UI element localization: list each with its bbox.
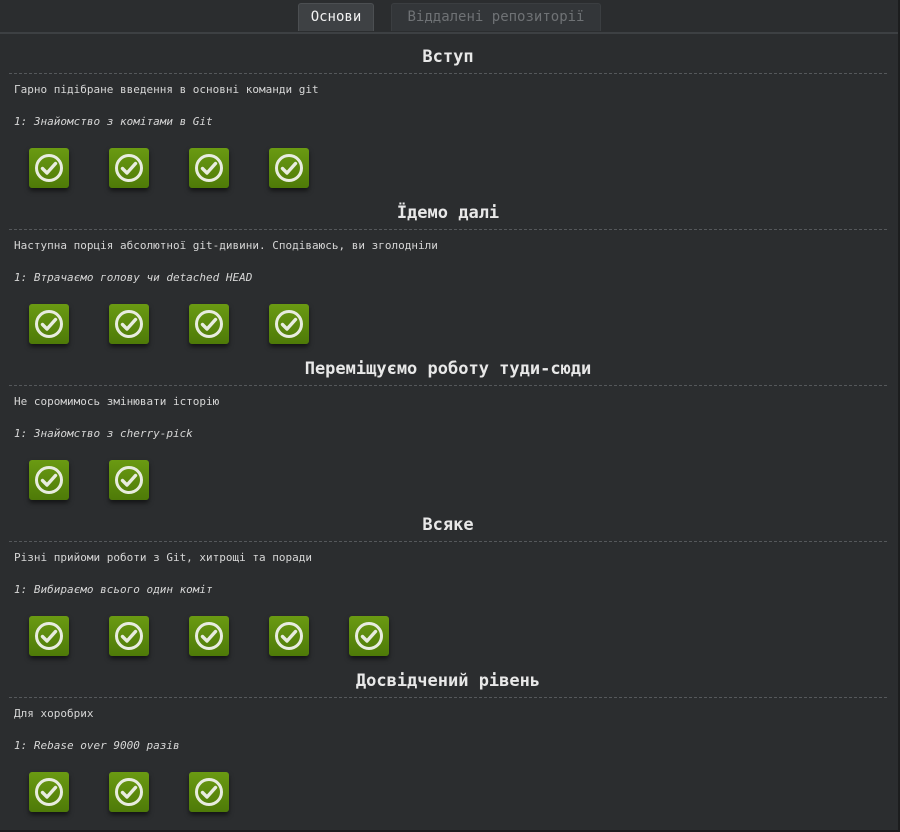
- level-button[interactable]: [29, 616, 69, 656]
- check-icon: [115, 310, 143, 338]
- level-button[interactable]: [29, 460, 69, 500]
- check-icon: [35, 622, 63, 650]
- check-icon: [35, 466, 63, 494]
- check-icon: [195, 310, 223, 338]
- section-title: Досвідчений рівень: [9, 666, 887, 698]
- section-title: Переміщуємо роботу туди-сюди: [9, 354, 887, 386]
- check-icon: [115, 778, 143, 806]
- level-button[interactable]: [109, 304, 149, 344]
- level-button[interactable]: [29, 772, 69, 812]
- level-button[interactable]: [269, 304, 309, 344]
- section-level-subtitle: 1: Знайомство з комітами в Git: [14, 115, 213, 128]
- level-section: Їдемо далі Наступна порція абсолютної git…: [9, 198, 887, 354]
- level-button[interactable]: [269, 148, 309, 188]
- level-button[interactable]: [189, 772, 229, 812]
- level-button[interactable]: [29, 148, 69, 188]
- check-icon: [275, 310, 303, 338]
- level-button[interactable]: [189, 148, 229, 188]
- check-icon: [275, 154, 303, 182]
- level-button[interactable]: [109, 460, 149, 500]
- tab-remote-repositories[interactable]: Віддалені репозиторії: [391, 3, 601, 31]
- tab-bar: Основи Віддалені репозиторії: [0, 0, 898, 34]
- level-button[interactable]: [269, 616, 309, 656]
- section-level-subtitle: 1: Знайомство з cherry-pick: [14, 427, 193, 440]
- level-select-window: Основи Віддалені репозиторії Вступ Гарно …: [0, 0, 900, 832]
- check-icon: [275, 622, 303, 650]
- check-icon: [355, 622, 383, 650]
- check-icon: [35, 778, 63, 806]
- section-level-subtitle: 1: Вибираємо всього один коміт: [14, 583, 213, 596]
- level-button[interactable]: [29, 304, 69, 344]
- section-level-subtitle: 1: Втрачаємо голову чи detached HEAD: [14, 271, 253, 284]
- section-description: Для хоробрих: [14, 707, 94, 720]
- section-title: Їдемо далі: [9, 198, 887, 230]
- check-icon: [195, 778, 223, 806]
- check-icon: [35, 310, 63, 338]
- level-section: Всяке Різні прийоми роботи з Git, хитрощі…: [9, 510, 887, 666]
- level-button[interactable]: [109, 616, 149, 656]
- check-icon: [115, 154, 143, 182]
- section-level-subtitle: 1: Rebase over 9000 разів: [14, 739, 180, 752]
- level-section: Досвідчений рівень Для хоробрих 1: Rebase …: [9, 666, 887, 822]
- tab-basics[interactable]: Основи: [298, 3, 374, 31]
- check-icon: [35, 154, 63, 182]
- section-description: Різні прийоми роботи з Git, хитрощі та п…: [14, 551, 313, 564]
- check-icon: [195, 154, 223, 182]
- section-description: Не соромимось змінювати історію: [14, 395, 220, 408]
- level-button[interactable]: [349, 616, 389, 656]
- check-icon: [115, 622, 143, 650]
- level-section: Вступ Гарно підібране введення в основні …: [9, 42, 887, 198]
- section-title: Всяке: [9, 510, 887, 542]
- section-description: Наступна порція абсолютної git-дивини. С…: [14, 239, 438, 252]
- level-button[interactable]: [189, 616, 229, 656]
- sections-list: Вступ Гарно підібране введення в основні …: [9, 42, 887, 822]
- level-button[interactable]: [189, 304, 229, 344]
- check-icon: [195, 622, 223, 650]
- level-button[interactable]: [109, 148, 149, 188]
- section-title: Вступ: [9, 42, 887, 74]
- section-description: Гарно підібране введення в основні коман…: [14, 83, 319, 96]
- level-button[interactable]: [109, 772, 149, 812]
- check-icon: [115, 466, 143, 494]
- level-section: Переміщуємо роботу туди-сюди Не соромимос…: [9, 354, 887, 510]
